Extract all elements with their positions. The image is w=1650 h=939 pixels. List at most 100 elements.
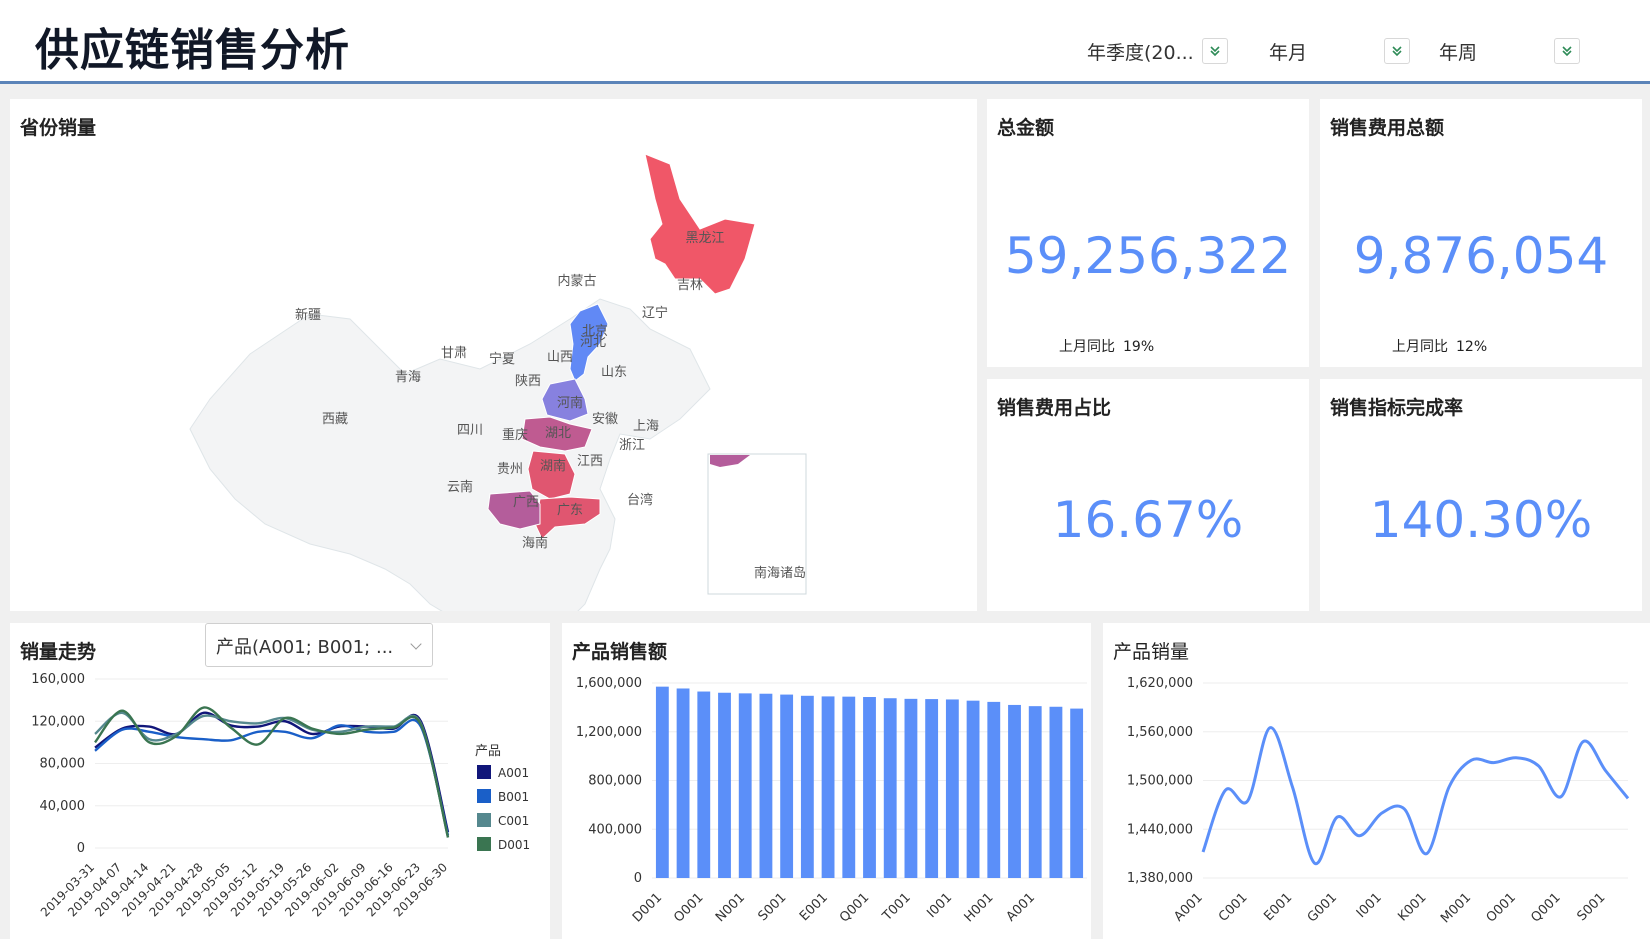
bar[interactable] (863, 697, 876, 878)
product-quantity-chart: 1,620,000 1,560,000 1,500,000 1,440,000 1,38… (1127, 676, 1630, 926)
bar[interactable] (676, 688, 690, 878)
map-label-16: 四川 (457, 423, 483, 438)
map-label-8: 宁夏 (489, 351, 515, 367)
bar[interactable] (987, 701, 1001, 878)
legend-swatch (477, 789, 491, 803)
bar[interactable] (904, 698, 918, 878)
x-tick-label: I001 (1354, 890, 1385, 921)
filter-week-dropdown-button[interactable] (1554, 38, 1580, 64)
map-label-0: 黑龙江 (685, 231, 724, 246)
y-tick-label: 1,600,000 (576, 676, 642, 691)
filter-week-label: 年周 (1439, 42, 1478, 64)
x-tick-label: E001 (797, 890, 831, 924)
page-title: 供应链销售分析 (35, 25, 350, 76)
bar[interactable] (1070, 708, 1084, 878)
map-label-12: 陕西 (515, 374, 541, 389)
chevron-double-down-icon (1210, 46, 1220, 57)
kpi-title: 总金额 (997, 117, 1055, 139)
map-label-9: 山西 (547, 350, 573, 365)
bar[interactable] (842, 696, 856, 878)
kpi-title: 销售费用总额 (1330, 117, 1445, 139)
bar[interactable] (780, 694, 794, 878)
bar[interactable] (800, 695, 814, 878)
chevron-double-down-icon (1562, 46, 1572, 57)
map-label-15: 西藏 (322, 412, 348, 427)
map-heilongjiang (644, 153, 756, 295)
map-label-18: 湖北 (545, 426, 571, 441)
x-tick-label: D001 (630, 890, 665, 925)
legend-label[interactable]: B001 (498, 790, 529, 804)
y-tick-label: 1,500,000 (1127, 774, 1193, 789)
kpi-value: 140.30% (1369, 491, 1593, 549)
bar[interactable] (738, 693, 752, 878)
map-label-20: 浙江 (619, 438, 645, 453)
x-tick-label: M001 (1438, 890, 1474, 926)
map-label-1: 吉林 (677, 278, 703, 293)
bar[interactable] (1049, 706, 1063, 878)
filter-month-dropdown-button[interactable] (1384, 38, 1410, 64)
map-label-11: 青海 (395, 370, 421, 385)
legend-label[interactable]: C001 (498, 814, 529, 828)
map-label-13: 河南 (557, 395, 583, 411)
kpi-compare: 上月同比 19% (1051, 336, 1154, 356)
bar[interactable] (966, 700, 980, 878)
kpi-sales-expense-panel: 销售费用总额 9,876,054 上月同比 12% (1320, 99, 1642, 367)
y-tick-label: 0 (77, 841, 85, 856)
legend-swatch (477, 765, 491, 779)
bar[interactable] (945, 699, 959, 878)
bar[interactable] (655, 686, 669, 878)
map-label-23: 江西 (577, 454, 603, 469)
y-tick-label: 800,000 (588, 774, 642, 789)
map-label-24: 云南 (447, 479, 473, 495)
kpi-value: 59,256,322 (1004, 227, 1292, 285)
x-tick-label: K001 (1395, 890, 1429, 924)
x-tick-label: O001 (671, 890, 706, 925)
x-tick-label: A001 (1004, 890, 1038, 924)
bar[interactable] (925, 699, 939, 878)
x-tick-label: G001 (1305, 890, 1340, 925)
kpi-compare-label: 上月同比 (1392, 339, 1448, 355)
bar[interactable] (759, 693, 773, 878)
y-tick-label: 40,000 (40, 799, 86, 814)
bar[interactable] (718, 692, 731, 878)
bar[interactable] (697, 691, 711, 878)
y-tick-label: 400,000 (588, 822, 642, 837)
y-tick-label: 1,560,000 (1127, 725, 1193, 740)
kpi-value: 16.67% (1052, 491, 1244, 549)
legend-label[interactable]: A001 (498, 766, 529, 780)
map-label-10: 山东 (601, 365, 627, 380)
kpi-title: 销售指标完成率 (1330, 397, 1464, 419)
x-tick-label: E001 (1261, 890, 1295, 924)
map-label-6: 河北 (580, 335, 606, 350)
sales-trend-chart: 160,000120,00080,00040,00002019-03-31201… (31, 672, 530, 919)
filter-quarter-dropdown-button[interactable] (1202, 38, 1228, 64)
y-tick-label: 120,000 (31, 714, 85, 729)
bar[interactable] (821, 696, 835, 878)
province-sales-panel: 省份销量 黑龙江 吉林 内蒙古 辽宁 新疆 北京 河北 甘肃 宁夏 山西 山东 青海 陕西 河南 安徽 西藏四… (10, 99, 977, 611)
x-tick-label: Q001 (837, 890, 872, 925)
legend-swatch (477, 837, 491, 851)
product-quantity-panel: 产品销量 1,620,000 1,560,000 1,500,000 1,440,00… (1103, 623, 1650, 939)
bar[interactable] (1008, 704, 1021, 878)
kpi-compare-value: 12% (1456, 339, 1488, 355)
y-tick-label: 1,620,000 (1127, 676, 1193, 691)
x-tick-label: O001 (1484, 890, 1519, 925)
x-tick-label: C001 (1216, 890, 1251, 925)
filter-month-label: 年月 (1269, 42, 1308, 64)
x-tick-label: T001 (879, 890, 913, 924)
y-tick-label: 1,380,000 (1127, 871, 1193, 886)
legend-label[interactable]: D001 (498, 838, 530, 852)
x-tick-label: I001 (924, 890, 955, 921)
china-map[interactable]: 黑龙江吉林内蒙古辽宁新疆北京河北甘肃 宁夏 山西山东青海 陕西河南安徽西藏四川 上海湖北… (10, 99, 977, 611)
map-label-26: 广东 (557, 503, 583, 518)
bar[interactable] (1028, 706, 1042, 878)
x-tick-label: N001 (713, 890, 748, 925)
map-label-29: 南海诸岛 (754, 565, 806, 581)
x-tick-label: Q001 (1528, 890, 1563, 925)
kpi-value: 9,876,054 (1353, 227, 1609, 285)
chevron-double-down-icon (1392, 46, 1402, 57)
map-label-14: 安徽 (592, 412, 618, 427)
header: 供应链销售分析 年季度(20... 年月 年周 (0, 0, 1650, 84)
map-label-25: 广西 (513, 495, 539, 510)
bar[interactable] (883, 698, 897, 878)
